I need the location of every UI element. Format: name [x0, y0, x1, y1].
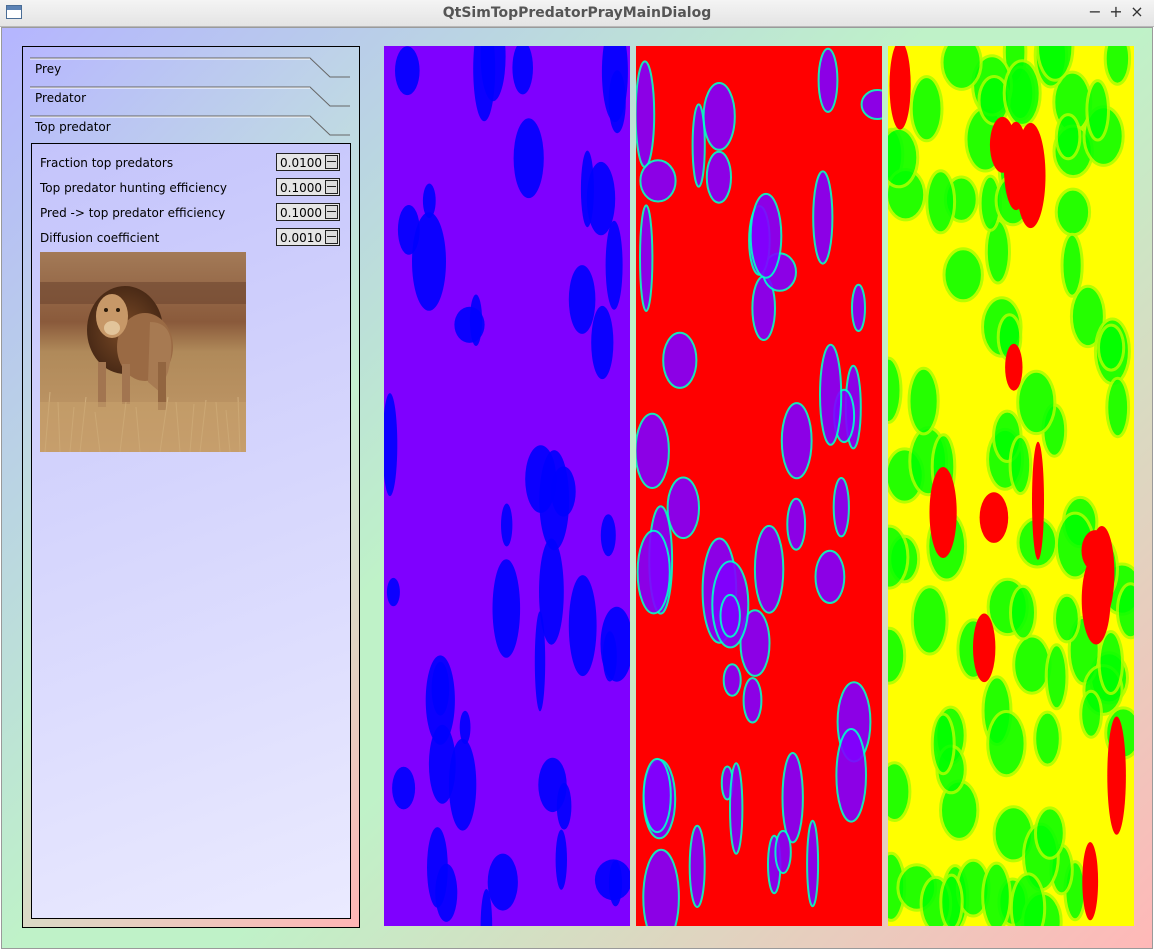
param-row-fraction: Fraction top predators 0.0100 — [40, 153, 344, 175]
lion-photo — [40, 252, 246, 452]
param-label: Diffusion coefficient — [40, 231, 160, 245]
param-label: Top predator hunting efficiency — [40, 181, 227, 195]
tab-top-predator[interactable]: Top predator — [30, 114, 352, 138]
param-row-diffusion: Diffusion coefficient 0.0010 — [40, 228, 344, 250]
tab-label: Predator — [35, 91, 87, 105]
tab-label: Top predator — [35, 120, 111, 134]
tab-outline — [30, 57, 350, 78]
param-row-hunting: Top predator hunting efficiency 0.1000 — [40, 178, 344, 200]
top-predator-page: Fraction top predators 0.0100 Top predat… — [31, 143, 351, 919]
hunting-efficiency-spinbox[interactable]: 0.1000 — [276, 178, 340, 196]
dialog-client-area: Prey Predator Top predator Fraction top … — [1, 27, 1153, 949]
param-row-conversion: Pred -> top predator efficiency 0.1000 — [40, 203, 344, 225]
minimize-button[interactable]: − — [1086, 3, 1104, 21]
spin-arrows-icon[interactable] — [325, 205, 338, 219]
param-label: Fraction top predators — [40, 156, 174, 170]
window-title: QtSimTopPredatorPrayMainDialog — [442, 5, 712, 21]
predator-density-image — [636, 46, 882, 926]
parameters-panel: Prey Predator Top predator Fraction top … — [22, 46, 360, 928]
spinbox-value: 0.0010 — [280, 231, 322, 245]
spin-arrows-icon[interactable] — [325, 230, 338, 244]
spinbox-value: 0.1000 — [280, 181, 322, 195]
predator-density-plot — [636, 46, 882, 926]
title-bar: QtSimTopPredatorPrayMainDialog − + × — [0, 0, 1154, 27]
tab-prey[interactable]: Prey — [30, 56, 352, 80]
diffusion-coefficient-spinbox[interactable]: 0.0010 — [276, 228, 340, 246]
spinbox-value: 0.1000 — [280, 206, 322, 220]
maximize-button[interactable]: + — [1107, 3, 1125, 21]
top-predator-density-plot — [888, 46, 1134, 926]
param-label: Pred -> top predator efficiency — [40, 206, 226, 220]
tab-label: Prey — [35, 62, 62, 76]
spin-arrows-icon[interactable] — [325, 155, 338, 169]
fraction-top-predators-spinbox[interactable]: 0.0100 — [276, 153, 340, 171]
spin-arrows-icon[interactable] — [325, 180, 338, 194]
tab-predator[interactable]: Predator — [30, 85, 352, 109]
close-button[interactable]: × — [1128, 3, 1146, 21]
prey-density-image — [384, 46, 630, 926]
top-predator-density-image — [888, 46, 1134, 926]
pred-to-top-efficiency-spinbox[interactable]: 0.1000 — [276, 203, 340, 221]
spinbox-value: 0.0100 — [280, 156, 322, 170]
prey-density-plot — [384, 46, 630, 926]
